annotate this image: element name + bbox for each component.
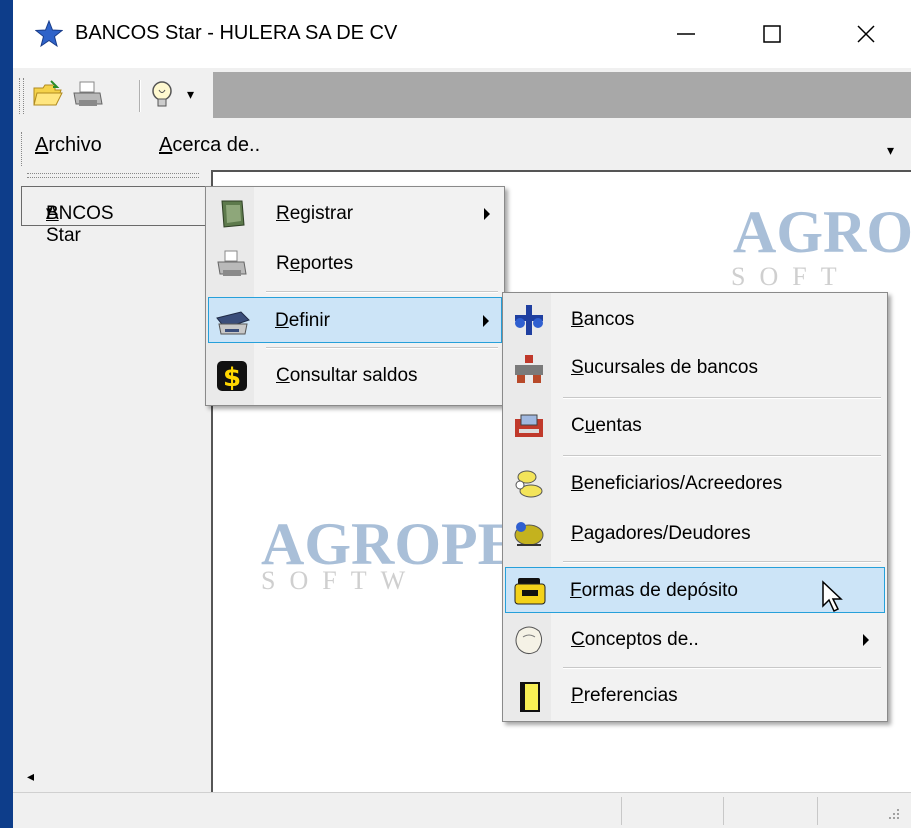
maximize-button[interactable]: [749, 12, 795, 56]
status-bar: [13, 792, 911, 828]
maximize-icon: [763, 25, 781, 43]
logo-text-top: AGRO: [733, 199, 911, 265]
menu-separator: [266, 347, 498, 349]
menu-item-registrar[interactable]: Registrar: [208, 191, 502, 237]
menu-separator: [563, 455, 881, 457]
toolbar-separator: [139, 80, 141, 112]
bancos-star-popup-menu: Registrar Reportes Definir $ Consultar s…: [205, 186, 505, 406]
menu-item-consultar-saldos[interactable]: $ Consultar saldos: [208, 353, 502, 399]
logo-sub-mid: SOFTW: [261, 566, 420, 595]
menu-item-definir[interactable]: Definir: [208, 297, 502, 343]
window-title: BANCOS Star - HULERA SA DE CV: [75, 22, 398, 44]
lightbulb-icon[interactable]: [147, 78, 181, 112]
scanner-icon: [216, 311, 250, 335]
left-pane-grip: [27, 173, 199, 178]
submenu-arrow-icon: [484, 208, 490, 220]
chevron-down-icon: ▾: [46, 203, 53, 218]
menu-item-label: Conceptos de..: [571, 629, 699, 650]
account-icon: [515, 414, 543, 437]
menu-item-cuentas[interactable]: Cuentas: [505, 403, 885, 449]
status-divider: [621, 797, 622, 825]
menu-acerca-mnemonic: A: [159, 134, 173, 156]
menu-item-label: Beneficiarios/Acreedores: [571, 473, 783, 494]
payer-icon: [514, 522, 544, 546]
printer-icon[interactable]: [71, 78, 105, 112]
register-icon: [221, 200, 245, 228]
menubar-grip: [21, 132, 25, 166]
menu-archivo[interactable]: Archivo: [35, 134, 102, 157]
menu-item-label: Preferencias: [571, 685, 678, 706]
logo-sub-top: SOFT: [731, 262, 851, 291]
menu-separator: [563, 397, 881, 399]
status-divider: [723, 797, 724, 825]
menu-separator: [563, 667, 881, 669]
printer-icon: [217, 250, 247, 276]
folder-open-icon[interactable]: [31, 78, 65, 112]
bancos-star-menu-button[interactable]: B ANCOS Star ▾: [21, 186, 209, 246]
menu-item-pagadores[interactable]: Pagadores/Deudores: [505, 511, 885, 557]
menu-item-label: Sucursales de bancos: [571, 357, 758, 378]
menu-item-reportes[interactable]: Reportes: [208, 241, 502, 287]
resize-grip-icon[interactable]: [885, 805, 901, 821]
menu-item-label: Registrar: [276, 203, 354, 224]
menu-item-sucursales[interactable]: Sucursales de bancos: [505, 345, 885, 391]
menu-item-conceptos[interactable]: Conceptos de..: [505, 617, 885, 663]
menu-item-label: Cuentas: [571, 415, 642, 436]
minimize-icon: [677, 33, 695, 35]
mouse-cursor-icon: [822, 580, 843, 613]
close-button[interactable]: [843, 12, 889, 56]
menu-acerca-label: cerca de..: [172, 134, 261, 156]
menu-separator: [563, 561, 881, 563]
menu-item-label: Definir: [275, 310, 330, 331]
submenu-arrow-icon: [483, 315, 489, 327]
menu-item-label: Consultar saldos: [276, 365, 418, 386]
menubar-overflow-icon[interactable]: ▾: [887, 142, 894, 159]
bancos-star-text: ANCOS Star: [46, 203, 114, 246]
concepts-icon: [515, 626, 543, 655]
menu-item-preferencias[interactable]: Preferencias: [505, 673, 885, 719]
menu-item-beneficiarios[interactable]: Beneficiarios/Acreedores: [505, 461, 885, 507]
dollar-icon: $: [217, 361, 247, 393]
bank-icon: [515, 305, 543, 335]
toolbar-grip[interactable]: [19, 78, 24, 114]
menu-item-label: Pagadores/Deudores: [571, 523, 751, 544]
menu-item-label: Formas de depósito: [570, 580, 738, 601]
menu-separator: [266, 291, 498, 293]
toolbar-empty-area: [213, 72, 911, 118]
status-divider: [817, 797, 818, 825]
deposit-icon: [514, 578, 546, 605]
title-bar: BANCOS Star - HULERA SA DE CV: [13, 0, 911, 68]
minimize-button[interactable]: [663, 12, 709, 56]
menu-bar: [13, 124, 911, 168]
beneficiary-icon: [515, 470, 543, 498]
definir-submenu: Bancos Sucursales de bancos Cuentas Bene…: [502, 292, 888, 722]
close-icon: [857, 25, 875, 43]
star-icon: [35, 20, 63, 48]
branch-icon: [515, 355, 543, 383]
submenu-arrow-icon: [863, 634, 869, 646]
scroll-left-arrow[interactable]: ◂: [27, 768, 34, 785]
menu-archivo-label: rchivo: [48, 134, 102, 156]
menu-item-bancos[interactable]: Bancos: [505, 297, 885, 343]
svg-text:$: $: [223, 363, 241, 393]
menu-item-label: Bancos: [571, 309, 635, 330]
menu-acerca[interactable]: Acerca de..: [159, 134, 260, 157]
preferences-icon: [520, 682, 540, 712]
toolbar-dropdown-icon[interactable]: ▾: [187, 86, 194, 103]
menu-item-label: Reportes: [276, 253, 354, 274]
left-pane: [21, 178, 211, 792]
app-window: BANCOS Star - HULERA SA DE CV ▾ Archivo …: [13, 0, 911, 828]
menu-archivo-mnemonic: A: [35, 134, 49, 156]
